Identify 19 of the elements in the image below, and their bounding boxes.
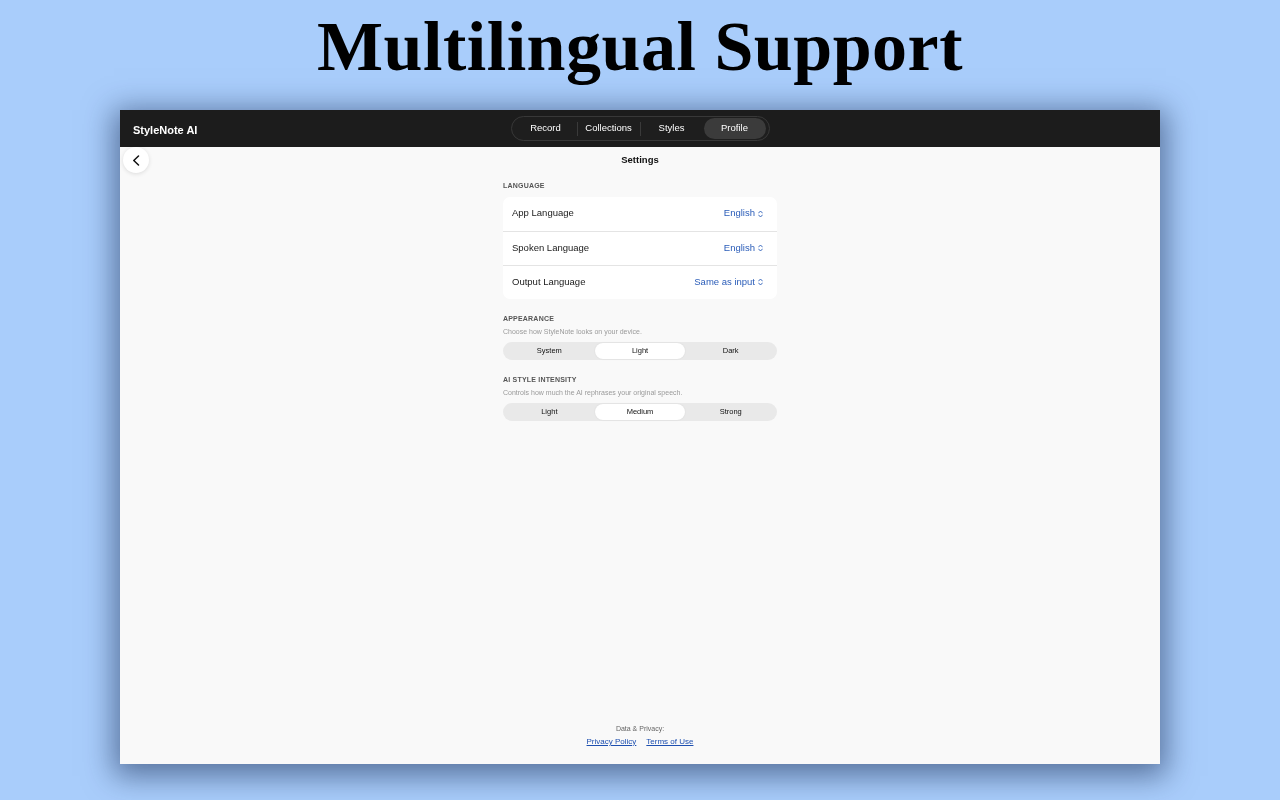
tab[interactable]: Collections xyxy=(577,118,640,139)
tab[interactable]: Record xyxy=(514,118,577,139)
tab[interactable]: Styles xyxy=(640,118,703,139)
up-down-chevron-icon xyxy=(758,244,763,252)
setting-label: App Language xyxy=(512,206,574,221)
setting-label: Output Language xyxy=(512,274,586,289)
chevron-left-icon xyxy=(132,154,140,166)
page-title: Settings xyxy=(621,152,659,167)
tab[interactable]: Profile xyxy=(703,118,766,139)
up-down-chevron-icon xyxy=(758,209,763,218)
back-button[interactable] xyxy=(123,147,149,173)
language-picker[interactable]: Same as input xyxy=(694,274,763,290)
up-down-chevron-icon xyxy=(758,278,763,286)
language-picker[interactable]: English xyxy=(723,206,763,221)
footer-link[interactable]: Terms of Use xyxy=(646,736,694,748)
footer-link[interactable]: Privacy Policy xyxy=(586,736,637,748)
app-name: StyleNote AI xyxy=(133,123,198,136)
language-picker[interactable]: English xyxy=(723,240,763,256)
setting-label: Spoken Language xyxy=(512,240,590,255)
